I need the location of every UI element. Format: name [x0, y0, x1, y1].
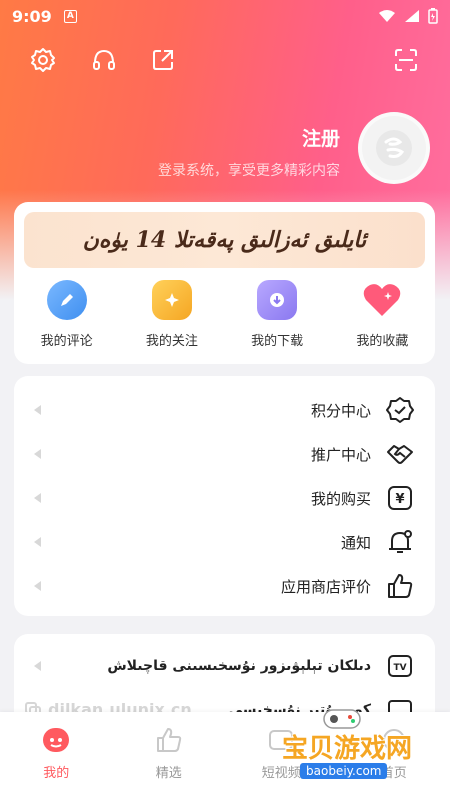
handshake-icon — [385, 439, 415, 469]
menu-item-label: 通知 — [340, 533, 371, 552]
menu-item-promotion[interactable]: 推广中心 — [14, 432, 435, 476]
menu-item-label: دىلكان تېلېۋىزور نۇسخىسىنى قاچىلاش — [107, 658, 371, 674]
wifi-icon — [379, 10, 395, 22]
heart-icon — [362, 280, 402, 320]
menu-item-label: 应用商店评价 — [280, 577, 371, 596]
signal-icon — [405, 10, 419, 22]
arrow-left-icon — [34, 449, 41, 459]
points-badge-icon — [385, 395, 415, 425]
shortcut-label: 我的关注 — [145, 334, 198, 349]
tab-featured[interactable]: 精选 — [113, 712, 226, 800]
shortcut-label: 我的下载 — [251, 334, 304, 349]
status-time: 9:09 — [12, 6, 52, 26]
arrow-left-icon — [34, 537, 41, 547]
register-label[interactable]: 注册 — [302, 124, 340, 151]
site-url: baobeiy.com — [300, 763, 388, 779]
menu-item-label: 积分中心 — [310, 401, 371, 420]
arrow-left-icon — [34, 493, 41, 503]
shortcut-label: 我的收藏 — [356, 334, 409, 349]
avatar[interactable] — [358, 112, 430, 184]
menu-item-label: 我的购买 — [310, 489, 371, 508]
comment-icon — [46, 280, 87, 320]
tab-label: 精选 — [155, 766, 182, 781]
menu-item-label: 推广中心 — [310, 445, 371, 464]
tv-icon: TV — [385, 651, 415, 681]
arrow-left-icon — [34, 405, 41, 415]
tab-mine[interactable]: 我的 — [0, 712, 113, 800]
headphones-icon[interactable] — [88, 44, 120, 76]
arrow-left-icon — [34, 661, 41, 671]
menu-card: 积分中心 推广中心 我的购买 ¥ 通知 应用商店评价 — [14, 376, 435, 616]
scan-icon[interactable] — [390, 44, 422, 76]
menu-item-install-tv[interactable]: دىلكان تېلېۋىزور نۇسخىسىنى قاچىلاش TV — [14, 644, 435, 688]
menu-item-rate-app[interactable]: 应用商店评价 — [14, 564, 435, 608]
bell-icon — [385, 527, 415, 557]
star-follow-icon — [151, 280, 192, 320]
site-watermark-logo: 宝贝游戏网 baobeiy.com — [262, 706, 450, 796]
settings-gear-icon[interactable] — [27, 44, 59, 76]
thumbs-up-tab-icon — [156, 728, 181, 752]
thumbs-up-icon — [385, 571, 415, 601]
menu-item-points[interactable]: 积分中心 — [14, 388, 435, 432]
my-follows-button[interactable]: 我的关注 — [119, 280, 224, 349]
shortcut-label: 我的评论 — [40, 334, 93, 349]
my-comments-button[interactable]: 我的评论 — [14, 280, 119, 349]
arrow-left-icon — [34, 581, 41, 591]
menu-item-notifications[interactable]: 通知 — [14, 520, 435, 564]
tab-label: 我的 — [43, 766, 70, 781]
menu-item-purchases[interactable]: 我的购买 ¥ — [14, 476, 435, 520]
svg-text:TV: TV — [393, 663, 406, 673]
svg-text:¥: ¥ — [395, 492, 404, 507]
my-favorites-button[interactable]: 我的收藏 — [330, 280, 435, 349]
my-downloads-button[interactable]: 我的下载 — [225, 280, 330, 349]
yen-icon: ¥ — [385, 483, 415, 513]
share-icon[interactable] — [147, 44, 179, 76]
default-avatar-icon — [376, 130, 412, 166]
site-brand: 宝贝游戏网 — [282, 734, 413, 764]
membership-banner[interactable]: ئايلىق ئەزالىق پەقەتلا 14 يۈەن — [24, 212, 425, 268]
download-icon — [257, 280, 298, 320]
battery-icon — [428, 8, 438, 24]
status-bar: 9:09 A — [0, 0, 450, 32]
profile-section[interactable]: 注册 登录系统，享受更多精彩内容 — [30, 112, 430, 192]
top-toolbar — [0, 44, 450, 78]
status-notification-icon: A — [63, 9, 77, 23]
shortcuts-card: ئايلىق ئەزالىق پەقەتلا 14 يۈەن 我的评论 我的关注… — [14, 202, 435, 364]
mine-tab-icon — [43, 728, 70, 752]
login-subtitle: 登录系统，享受更多精彩内容 — [158, 163, 340, 179]
